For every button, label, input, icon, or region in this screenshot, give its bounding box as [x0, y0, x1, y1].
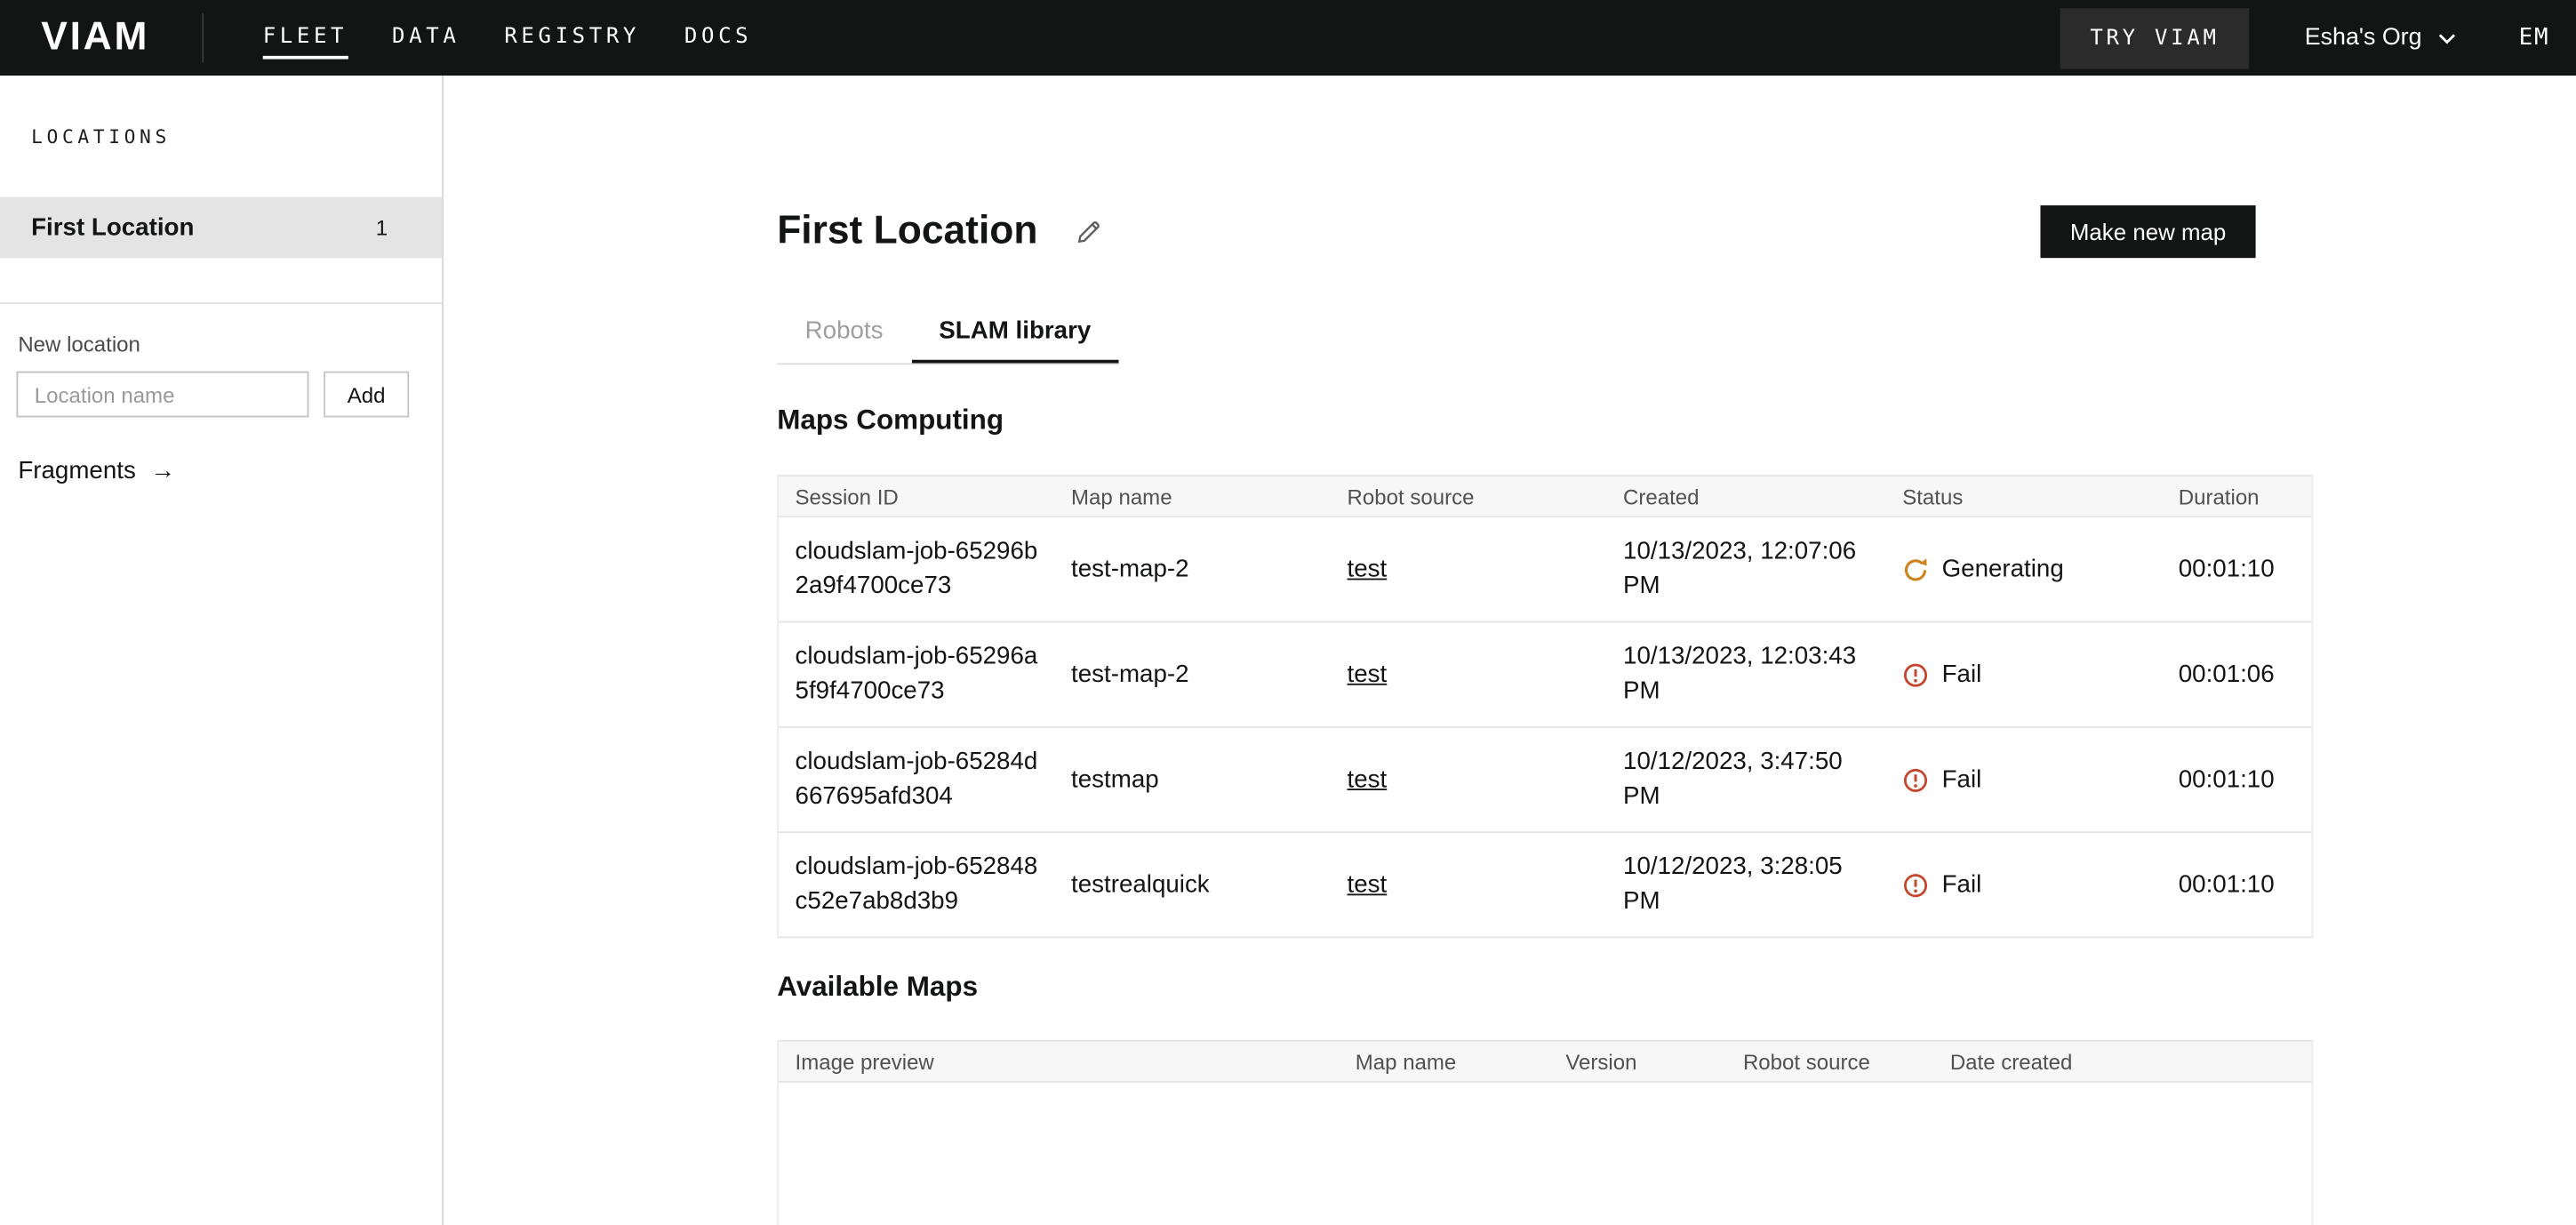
- location-name-input[interactable]: [16, 372, 308, 418]
- status-label: Fail: [1942, 661, 1982, 688]
- viam-logo[interactable]: VIAM: [41, 15, 149, 61]
- primary-nav: FLEET DATA REGISTRY DOCS: [263, 16, 753, 59]
- org-name: Esha's Org: [2305, 25, 2422, 52]
- robot-source-link[interactable]: test: [1348, 661, 1388, 688]
- sidebar-item-first-location[interactable]: First Location 1: [0, 197, 442, 258]
- column-header-version: Version: [1549, 1049, 1727, 1074]
- session-id: cloudslam-job-65296b2a9f4700ce73: [779, 517, 1055, 621]
- org-selector[interactable]: Esha's Org: [2305, 25, 2457, 52]
- topbar-right: TRY VIAM Esha's Org EM: [2060, 7, 2553, 68]
- status-cell: Fail: [1886, 728, 2163, 831]
- available-maps-heading: Available Maps: [777, 971, 2313, 1004]
- column-header-date-created: Date created: [1933, 1049, 2311, 1074]
- status-label: Generating: [1942, 556, 2064, 583]
- nav-item-registry[interactable]: REGISTRY: [504, 16, 640, 59]
- map-name: testrealquick: [1055, 833, 1331, 936]
- nav-item-docs[interactable]: DOCS: [684, 16, 752, 59]
- location-tabs: Robots SLAM library: [777, 302, 1119, 364]
- locations-sidebar: LOCATIONS First Location 1 New location …: [0, 76, 444, 1225]
- add-location-button[interactable]: Add: [324, 372, 409, 418]
- page-title: First Location: [777, 209, 1037, 255]
- created-timestamp: 10/13/2023, 12:07:06 PM: [1607, 517, 1886, 621]
- status-label: Fail: [1942, 765, 1982, 793]
- session-id: cloudslam-job-65284d667695afd304: [779, 728, 1055, 831]
- viam-app: VIAM FLEET DATA REGISTRY DOCS TRY VIAM E…: [0, 0, 2576, 1225]
- created-timestamp: 10/12/2023, 3:47:50 PM: [1607, 728, 1886, 831]
- robot-source-link[interactable]: test: [1348, 556, 1388, 583]
- user-menu[interactable]: EM: [2519, 25, 2550, 52]
- robot-source-link[interactable]: test: [1348, 765, 1388, 793]
- make-new-map-button[interactable]: Make new map: [2041, 205, 2256, 258]
- top-navigation-bar: VIAM FLEET DATA REGISTRY DOCS TRY VIAM E…: [0, 0, 2576, 76]
- created-timestamp: 10/12/2023, 3:28:05 PM: [1607, 833, 1886, 936]
- topbar-divider: [202, 13, 204, 62]
- column-header-created: Created: [1607, 484, 1886, 508]
- robot-source-link[interactable]: test: [1348, 871, 1388, 899]
- error-icon: [1902, 661, 1929, 688]
- maps-computing-table: Session ID Map name Robot source Created…: [777, 475, 2313, 938]
- column-header-image-preview: Image preview: [779, 1049, 1339, 1074]
- column-header-robot-source: Robot source: [1726, 1049, 1933, 1074]
- column-header-map-name: Map name: [1339, 1049, 1549, 1074]
- status-cell: Fail: [1886, 833, 2163, 936]
- map-name: test-map-2: [1055, 622, 1331, 725]
- location-name: First Location: [31, 213, 194, 241]
- duration: 00:01:10: [2162, 517, 2311, 621]
- page-header: First Location Make new map: [777, 205, 2313, 258]
- pencil-icon[interactable]: [1074, 218, 1101, 245]
- column-header-duration: Duration: [2162, 484, 2311, 508]
- error-icon: [1902, 766, 1929, 793]
- new-location-label: New location: [0, 304, 442, 356]
- location-robot-count: 1: [376, 215, 388, 240]
- try-viam-button[interactable]: TRY VIAM: [2060, 7, 2249, 68]
- tab-robots[interactable]: Robots: [777, 302, 911, 363]
- nav-item-data[interactable]: DATA: [392, 16, 460, 59]
- table-row: cloudslam-job-652848c52e7ab8d3b9 testrea…: [779, 833, 2311, 938]
- available-maps-table: Image preview Map name Version Robot sou…: [777, 1040, 2313, 1225]
- duration: 00:01:10: [2162, 833, 2311, 936]
- column-header-map-name: Map name: [1055, 484, 1331, 508]
- table-row: cloudslam-job-65284d667695afd304 testmap…: [779, 728, 2311, 833]
- new-location-form: Add: [0, 356, 442, 417]
- viewport: VIAM FLEET DATA REGISTRY DOCS TRY VIAM E…: [0, 0, 2576, 1225]
- maps-computing-heading: Maps Computing: [777, 404, 2313, 437]
- tab-slam-library[interactable]: SLAM library: [911, 302, 1119, 363]
- status-cell: Fail: [1886, 622, 2163, 725]
- nav-item-fleet[interactable]: FLEET: [263, 16, 348, 59]
- column-header-robot-source: Robot source: [1331, 484, 1607, 508]
- main-content: First Location Make new map Robots SLAM …: [444, 76, 2576, 1225]
- refresh-icon: [1902, 556, 1929, 583]
- table-row: cloudslam-job-65296b2a9f4700ce73 test-ma…: [779, 517, 2311, 622]
- table-row: cloudslam-job-65296a5f9f4700ce73 test-ma…: [779, 622, 2311, 727]
- session-id: cloudslam-job-652848c52e7ab8d3b9: [779, 833, 1055, 936]
- table-header-row: Image preview Map name Version Robot sou…: [779, 1040, 2311, 1083]
- empty-table-body: [779, 1083, 2311, 1225]
- column-header-status: Status: [1886, 484, 2163, 508]
- created-timestamp: 10/13/2023, 12:03:43 PM: [1607, 622, 1886, 725]
- error-icon: [1902, 871, 1929, 898]
- status-label: Fail: [1942, 871, 1982, 899]
- status-cell: Generating: [1886, 517, 2163, 621]
- table-header-row: Session ID Map name Robot source Created…: [779, 475, 2311, 517]
- fragments-link[interactable]: Fragments →: [0, 417, 442, 484]
- map-name: test-map-2: [1055, 517, 1331, 621]
- map-name: testmap: [1055, 728, 1331, 831]
- duration: 00:01:06: [2162, 622, 2311, 725]
- chevron-down-icon: [2422, 32, 2457, 44]
- column-header-session-id: Session ID: [779, 484, 1055, 508]
- duration: 00:01:10: [2162, 728, 2311, 831]
- sidebar-heading: LOCATIONS: [0, 76, 442, 148]
- session-id: cloudslam-job-65296a5f9f4700ce73: [779, 622, 1055, 725]
- fragments-label: Fragments: [18, 457, 136, 484]
- arrow-right-icon: →: [150, 457, 175, 484]
